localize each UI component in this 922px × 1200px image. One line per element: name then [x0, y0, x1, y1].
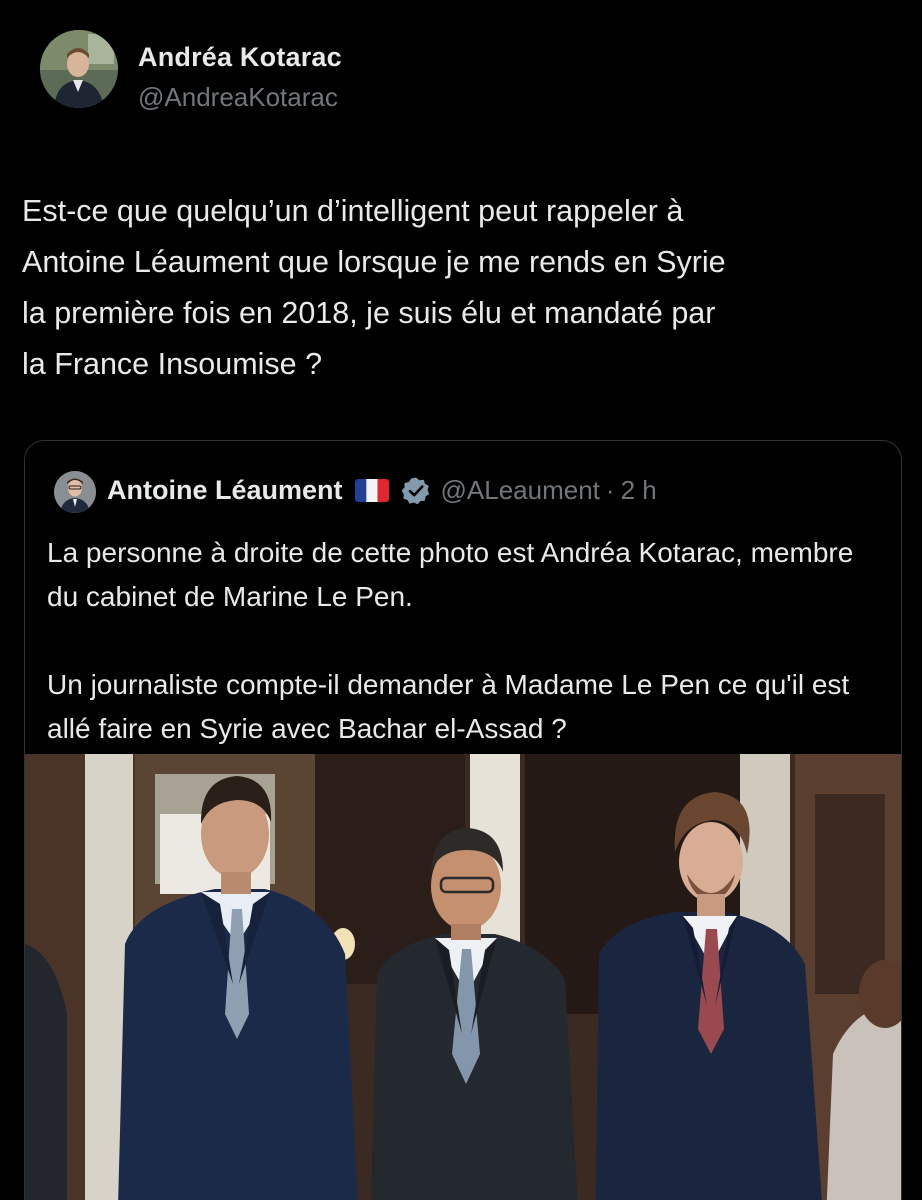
quoted-paragraph-2: Un journaliste compte-il demander à Mada…	[47, 669, 850, 744]
quoted-timestamp[interactable]: 2 h	[621, 475, 657, 506]
author-avatar-image	[40, 30, 118, 108]
tweet: Andréa Kotarac @AndreaKotarac Est-ce que…	[0, 0, 922, 1200]
quoted-tweet-card[interactable]: Antoine Léaument @ALeaument · 2 h La per…	[24, 440, 902, 1200]
verified-badge-icon	[401, 476, 431, 506]
quoted-photo[interactable]	[25, 754, 901, 1200]
quoted-tweet-text: La personne à droite de cette photo est …	[47, 531, 887, 751]
quoted-avatar-image	[54, 471, 96, 513]
quoted-author-handle[interactable]: @ALeaument	[441, 475, 600, 506]
author-handle[interactable]: @AndreaKotarac	[138, 82, 338, 113]
quoted-paragraph-1: La personne à droite de cette photo est …	[47, 537, 854, 612]
quoted-author-name[interactable]: Antoine Léaument	[107, 475, 343, 506]
author-avatar[interactable]	[40, 30, 118, 108]
author-name[interactable]: Andréa Kotarac	[138, 42, 342, 73]
tweet-text: Est-ce que quelqu’un d’intelligent peut …	[22, 194, 726, 381]
separator-dot: ·	[605, 475, 615, 505]
france-flag-icon	[354, 479, 389, 502]
quoted-header: Antoine Léaument @ALeaument · 2 h	[107, 475, 657, 506]
photo-image	[25, 754, 901, 1200]
quoted-author-avatar[interactable]	[54, 471, 96, 513]
